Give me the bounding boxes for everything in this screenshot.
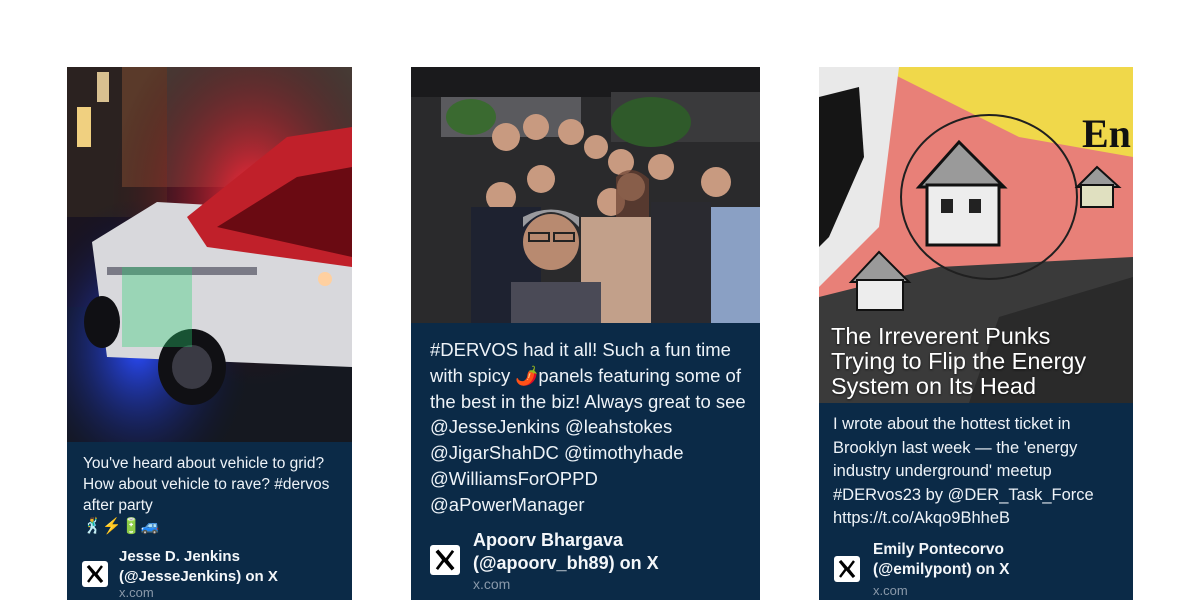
source-domain[interactable]: x.com	[119, 585, 154, 600]
x-logo-icon[interactable]	[430, 545, 460, 575]
tweet-text: #DERVOS had it all! Such a fun time with…	[430, 339, 746, 515]
truck-party-photo[interactable]	[67, 67, 352, 442]
tweet-author[interactable]: Jesse D. Jenkins (@JesseJenkins) on X	[119, 547, 349, 586]
x-logo-icon[interactable]	[834, 556, 860, 582]
tweet-card-emily-pontecorvo[interactable]: En The Irreverent Punks Trying to Flip t…	[819, 67, 1133, 600]
tweet-text: You've heard about vehicle to grid? How …	[83, 455, 330, 535]
tweet-card-apoorv-bhargava[interactable]: #DERVOS had it all! Such a fun time with…	[411, 67, 760, 600]
source-domain[interactable]: x.com	[873, 583, 908, 598]
tweet-card-jesse-jenkins[interactable]: You've heard about vehicle to grid? How …	[67, 67, 352, 600]
source-domain[interactable]: x.com	[473, 576, 510, 592]
article-headline: The Irreverent Punks Trying to Flip the …	[831, 323, 1087, 399]
x-logo-icon[interactable]	[82, 561, 108, 587]
tweet-text: I wrote about the hottest ticket in Broo…	[833, 415, 1094, 527]
group-selfie-photo[interactable]	[411, 67, 760, 323]
overlay-letters: En	[1082, 111, 1131, 156]
tweet-author[interactable]: Emily Pontecorvo (@emilypont) on X	[873, 540, 1128, 580]
tweet-author[interactable]: Apoorv Bhargava (@apoorv_bh89) on X	[473, 529, 758, 575]
